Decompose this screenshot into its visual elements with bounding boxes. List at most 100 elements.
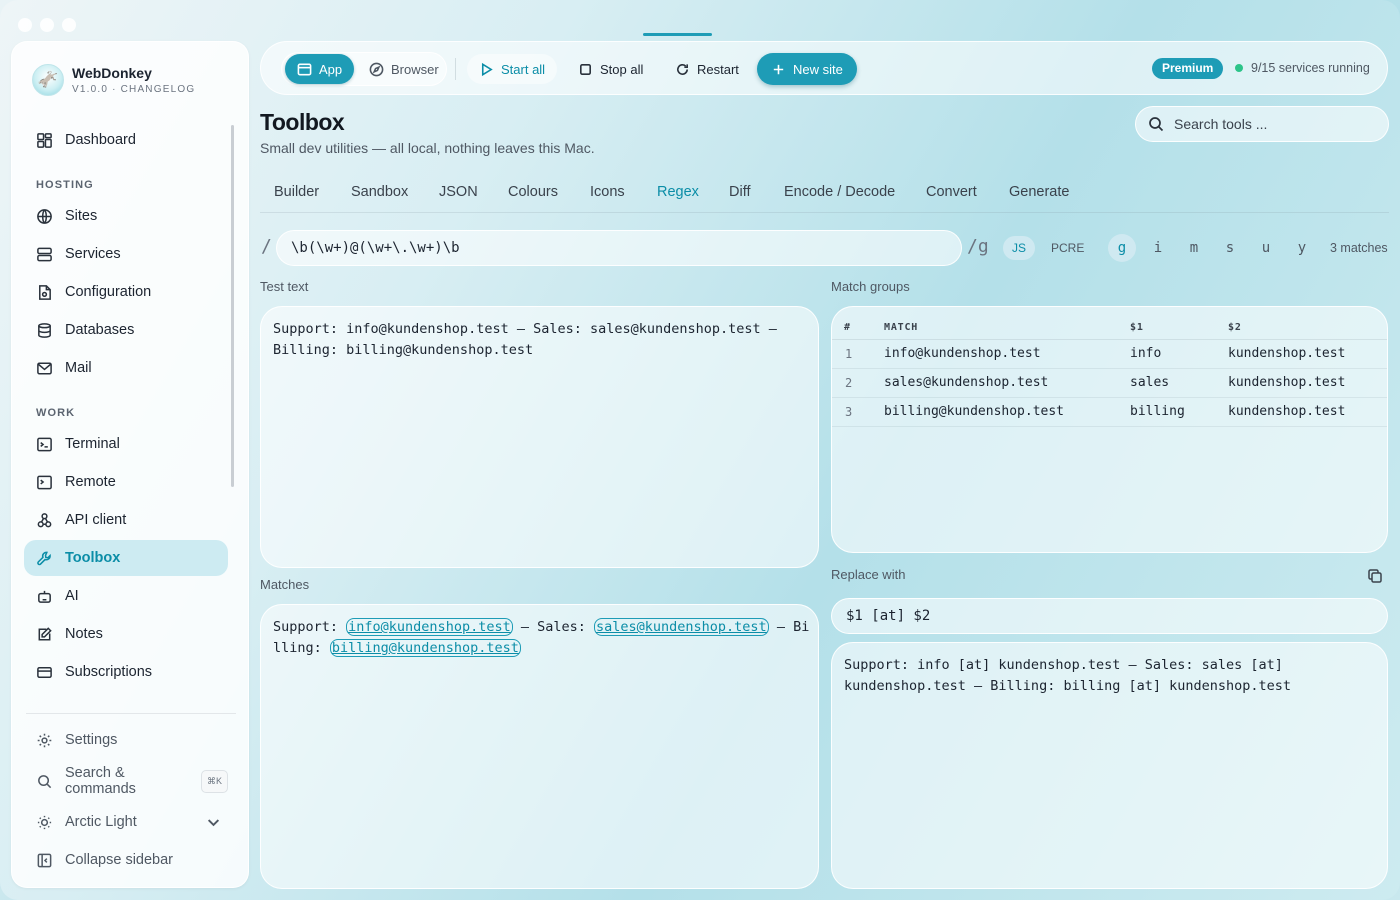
flag-u-toggle[interactable]: u bbox=[1252, 234, 1280, 262]
tab-convert[interactable]: Convert bbox=[926, 184, 977, 200]
match-groups-table: # MATCH $1 $2 1 info@kundenshop.test inf… bbox=[832, 307, 1387, 427]
tab-diff[interactable]: Diff bbox=[729, 184, 751, 200]
table-header-row: # MATCH $1 $2 bbox=[832, 307, 1387, 340]
shortcut-badge: ⌘K bbox=[200, 769, 228, 793]
start-all-label: Start all bbox=[501, 61, 546, 77]
group1-cell: info bbox=[1130, 339, 1228, 369]
collapse-sidebar-button[interactable]: Collapse sidebar bbox=[24, 842, 228, 878]
sidebar-item-dashboard[interactable]: Dashboard bbox=[24, 122, 228, 158]
stop-all-button[interactable]: Stop all bbox=[566, 54, 655, 84]
terminal-icon bbox=[37, 437, 52, 451]
tab-generate[interactable]: Generate bbox=[1009, 184, 1069, 200]
tab-encode-decode[interactable]: Encode / Decode bbox=[784, 184, 895, 200]
sidebar-item-label: API client bbox=[65, 512, 127, 528]
new-site-button[interactable]: New site bbox=[757, 53, 857, 85]
copy-result-button[interactable] bbox=[1367, 568, 1383, 584]
tab-builder[interactable]: Builder bbox=[274, 184, 319, 200]
config-file-icon bbox=[39, 284, 51, 300]
brand-version-changelog[interactable]: V1.0.0 · CHANGELOG bbox=[72, 84, 195, 95]
restart-label: Restart bbox=[697, 61, 739, 77]
sidebar-item-settings[interactable]: Settings bbox=[24, 722, 228, 758]
robot-icon bbox=[38, 590, 51, 603]
donkey-logo-icon: 🫏 bbox=[32, 64, 64, 96]
chevron-down-icon bbox=[207, 819, 220, 827]
sidebar-item-sites[interactable]: Sites bbox=[24, 198, 228, 234]
sidebar-item-label: AI bbox=[65, 588, 79, 604]
test-text-label: Test text bbox=[260, 279, 309, 294]
match-count: 3 matches bbox=[1330, 241, 1388, 255]
test-text-input[interactable]: Support: info@kundenshop.test — Sales: s… bbox=[273, 319, 803, 554]
match-highlight[interactable]: billing@kundenshop.test bbox=[329, 639, 521, 657]
sidebar-item-label: Notes bbox=[65, 626, 103, 642]
flag-i-toggle[interactable]: i bbox=[1144, 234, 1172, 262]
tab-sandbox[interactable]: Sandbox bbox=[351, 184, 408, 200]
premium-badge[interactable]: Premium bbox=[1152, 58, 1224, 79]
stop-icon bbox=[580, 63, 591, 75]
sidebar-item-label: Search & commands bbox=[65, 765, 136, 797]
brand[interactable]: 🫏 WebDonkey V1.0.0 · CHANGELOG bbox=[32, 64, 195, 96]
sidebar: 🫏 WebDonkey V1.0.0 · CHANGELOG Dashboard… bbox=[11, 41, 249, 888]
minimize-window-button[interactable] bbox=[40, 18, 54, 32]
sidebar-item-search-commands[interactable]: Search & commands ⌘K bbox=[24, 763, 228, 799]
search-tools-input[interactable] bbox=[1174, 116, 1374, 132]
browser-view-label: Browser bbox=[391, 61, 439, 77]
tab-colours[interactable]: Colours bbox=[508, 184, 558, 200]
tab-icons[interactable]: Icons bbox=[590, 184, 625, 200]
sidebar-item-label: Collapse sidebar bbox=[65, 852, 174, 868]
browser-view-button[interactable]: Browser bbox=[357, 54, 451, 84]
sidebar-item-api-client[interactable]: API client bbox=[24, 502, 228, 538]
start-all-button[interactable]: Start all bbox=[467, 54, 558, 84]
table-row[interactable]: 1 info@kundenshop.test info kundenshop.t… bbox=[832, 339, 1387, 369]
match-highlight[interactable]: sales@kundenshop.test bbox=[594, 618, 769, 636]
gear-icon bbox=[37, 733, 52, 747]
notes-icon bbox=[38, 626, 52, 640]
sidebar-item-label: Sites bbox=[65, 208, 98, 224]
tab-json[interactable]: JSON bbox=[439, 184, 478, 200]
mail-icon bbox=[37, 362, 52, 374]
flag-s-toggle[interactable]: s bbox=[1216, 234, 1244, 262]
sidebar-item-terminal[interactable]: Terminal bbox=[24, 426, 228, 462]
flag-y-toggle[interactable]: y bbox=[1288, 234, 1316, 262]
tab-regex[interactable]: Regex bbox=[657, 184, 699, 200]
sidebar-item-mail[interactable]: Mail bbox=[24, 350, 228, 386]
search-tools[interactable] bbox=[1135, 106, 1389, 142]
sidebar-item-toolbox[interactable]: Toolbox bbox=[24, 540, 228, 576]
sidebar-item-configuration[interactable]: Configuration bbox=[24, 274, 228, 310]
test-text-panel: Support: info@kundenshop.test — Sales: s… bbox=[260, 306, 819, 568]
table-row[interactable]: 2 sales@kundenshop.test sales kundenshop… bbox=[832, 368, 1387, 398]
sidebar-item-subscriptions[interactable]: Subscriptions bbox=[24, 654, 228, 690]
services-status[interactable]: 9/15 services running bbox=[1235, 61, 1370, 75]
flag-g-toggle[interactable]: g bbox=[1108, 234, 1136, 262]
flag-m-toggle[interactable]: m bbox=[1180, 234, 1208, 262]
services-status-text: 9/15 services running bbox=[1251, 61, 1370, 75]
app-view-button[interactable]: App bbox=[285, 54, 355, 84]
table-row[interactable]: 3 billing@kundenshop.test billing kunden… bbox=[832, 397, 1387, 427]
regex-open-slash: / bbox=[261, 236, 272, 257]
replace-result-panel: Support: info [at] kundenshop.test — Sal… bbox=[831, 642, 1388, 889]
match-cell: info@kundenshop.test bbox=[884, 339, 1130, 369]
sidebar-item-databases[interactable]: Databases bbox=[24, 312, 228, 348]
engine-pcre-button[interactable]: PCRE bbox=[1042, 236, 1093, 260]
app-window: 🫏 WebDonkey V1.0.0 · CHANGELOG Dashboard… bbox=[0, 0, 1400, 900]
sidebar-item-label: Subscriptions bbox=[65, 664, 153, 680]
card-icon bbox=[37, 666, 52, 678]
sidebar-scrollbar[interactable] bbox=[231, 125, 234, 487]
sun-icon bbox=[37, 815, 52, 829]
match-highlight[interactable]: info@kundenshop.test bbox=[346, 618, 513, 636]
group2-cell: kundenshop.test bbox=[1228, 339, 1387, 369]
sidebar-item-ai[interactable]: AI bbox=[24, 578, 228, 614]
restart-icon bbox=[677, 63, 688, 75]
maximize-window-button[interactable] bbox=[62, 18, 76, 32]
sidebar-item-label: Mail bbox=[65, 360, 92, 376]
sidebar-item-services[interactable]: Services bbox=[24, 236, 228, 272]
engine-js-button[interactable]: JS bbox=[1003, 236, 1036, 260]
sidebar-item-notes[interactable]: Notes bbox=[24, 616, 228, 652]
sidebar-item-remote[interactable]: Remote bbox=[24, 464, 228, 500]
restart-button[interactable]: Restart bbox=[663, 54, 751, 84]
theme-selector[interactable]: Arctic Light bbox=[24, 804, 228, 840]
close-window-button[interactable] bbox=[18, 18, 32, 32]
replace-with-input[interactable] bbox=[831, 598, 1388, 634]
regex-pattern-input[interactable] bbox=[276, 230, 962, 266]
sidebar-item-label: Toolbox bbox=[65, 550, 121, 566]
sidebar-item-label: Dashboard bbox=[65, 132, 136, 148]
